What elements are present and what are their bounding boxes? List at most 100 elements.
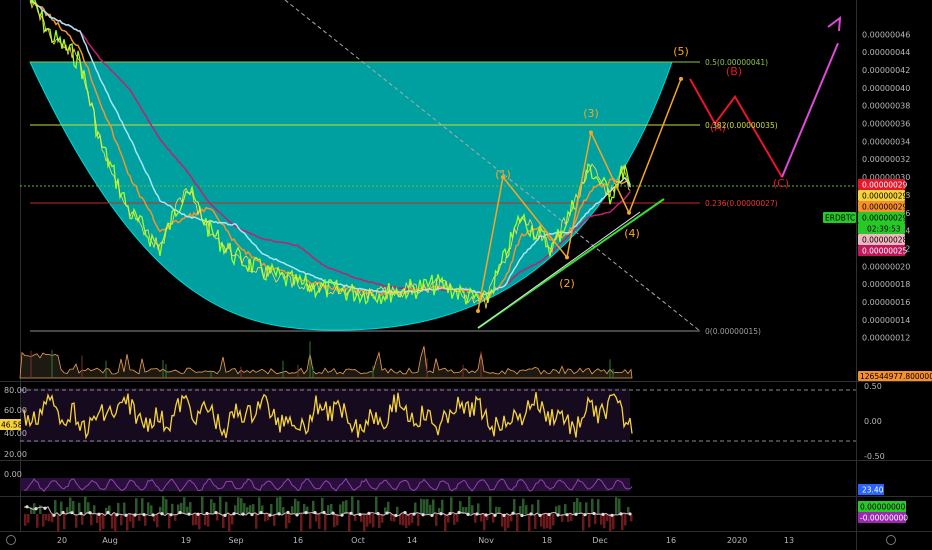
price-axis-label: 0.00000020 [862,262,910,271]
histogram-dot [412,512,416,516]
symbol-tag: ERDBTC 0.00000029 [823,212,908,223]
svg-text:23.40: 23.40 [862,486,884,495]
time-axis-label: Oct [351,536,365,545]
histogram-dot [484,513,488,517]
rsi-axis-40: 40.00 [4,429,27,438]
histogram-dot [124,513,128,517]
rsi-pane-bg [20,388,630,442]
histogram-dot [403,510,407,515]
histogram-bar [372,514,375,528]
histogram-bar [588,514,591,528]
histogram-dot [34,507,38,511]
time-axis-label: Sep [228,536,243,545]
histogram-dot [52,513,56,517]
svg-text:02:39:53: 02:39:53 [867,225,901,234]
osc-axis-top: 0.50 [864,382,882,391]
histogram-bar [120,514,123,526]
histogram-bar [597,499,600,514]
histogram-bar [48,514,51,522]
histogram-bar [291,506,294,514]
price-axis-label: 0.00000038 [862,102,910,111]
histogram-bar [480,514,483,522]
histogram-bar [573,502,576,514]
histogram-bar [453,514,456,525]
price-tag-pink: 0.00000028 [858,234,908,245]
histogram-bar [450,497,453,514]
histogram-bar [309,514,312,529]
price-axis-label: 0.00000014 [862,316,910,325]
histogram-bar [189,502,192,514]
histogram-bar [225,501,228,514]
histogram-dot [520,513,524,518]
price-axis-label: 0.00000036 [862,120,910,129]
histogram-dot [439,512,443,516]
histogram-dot [394,513,398,518]
histogram-bar [528,514,531,532]
histogram-dot [592,511,596,516]
time-axis-label: 2020 [727,536,747,545]
histogram-bar [435,514,438,526]
histogram-bar [471,505,474,514]
histogram-bar [468,496,471,514]
histogram-dot [142,513,146,517]
histogram-bar [519,506,522,514]
histogram-bar [423,499,426,514]
histogram-bar [351,496,354,514]
histogram-bar [171,503,174,514]
histogram-bar [228,514,231,532]
histogram-bar [549,514,552,530]
svg-text:-0.00000000: -0.00000000 [860,514,908,523]
histogram-dot [367,511,371,515]
histogram-bar [117,502,120,514]
histogram-dot [610,513,614,517]
svg-text:0.00000028: 0.00000028 [862,236,908,245]
rsi-axis-20: 20.00 [4,450,27,459]
histogram-bar [414,502,417,514]
histogram-dot [106,511,110,515]
wave-point [476,308,480,313]
histogram-bar [585,502,588,514]
histogram-bar [615,497,618,514]
wave-label-5: (5) [673,45,689,58]
histogram-bar [162,496,165,514]
histogram-bar [270,503,273,514]
histogram-bar [54,500,57,514]
time-axis-label: Nov [478,536,494,545]
histogram-bar [477,503,480,514]
svg-text:0.00000000: 0.00000000 [860,503,906,512]
rsi-axis-60: 60.00 [4,406,27,415]
chart-area[interactable]: (1) (2) (3) (4) (5) (A) (B) (C) 0.5(0.00… [0,0,932,550]
histogram-bar [363,514,366,532]
countdown-tag: 02:39:53 [858,223,905,234]
histogram-dot [340,513,344,517]
histogram-dot [277,512,281,516]
histogram-bar [36,514,39,528]
histogram-dot [430,513,434,518]
histogram-bar [114,514,117,532]
histogram-dot [313,510,317,515]
histogram-bar [219,496,222,514]
histogram-bar [315,514,318,522]
histogram-bar [621,514,624,531]
histogram-bar [402,514,405,526]
histogram-bar [366,514,369,527]
histogram-bar [534,514,537,529]
histogram-bar [282,507,285,514]
histogram-bar [279,496,282,514]
histogram-bar [240,498,243,514]
histogram-bar [546,514,549,529]
fib-label-0236: 0.236(0.00000027) [705,199,778,208]
svg-text:0.00000029: 0.00000029 [862,214,908,223]
histogram-bar [429,504,432,514]
price-axis-label: 0.00000018 [862,280,910,289]
histogram-dot [151,513,155,517]
histogram-bar [318,514,321,529]
histogram-bar [570,514,573,522]
wave-label-1: (1) [495,168,511,181]
histogram-dot [385,511,389,515]
histogram-bar [342,501,345,514]
histogram-bar [357,500,360,514]
price-tag-orange: 0.00000029 [858,201,908,212]
price-axis-label: 0.00000012 [862,334,910,343]
histogram-bar [168,514,171,529]
